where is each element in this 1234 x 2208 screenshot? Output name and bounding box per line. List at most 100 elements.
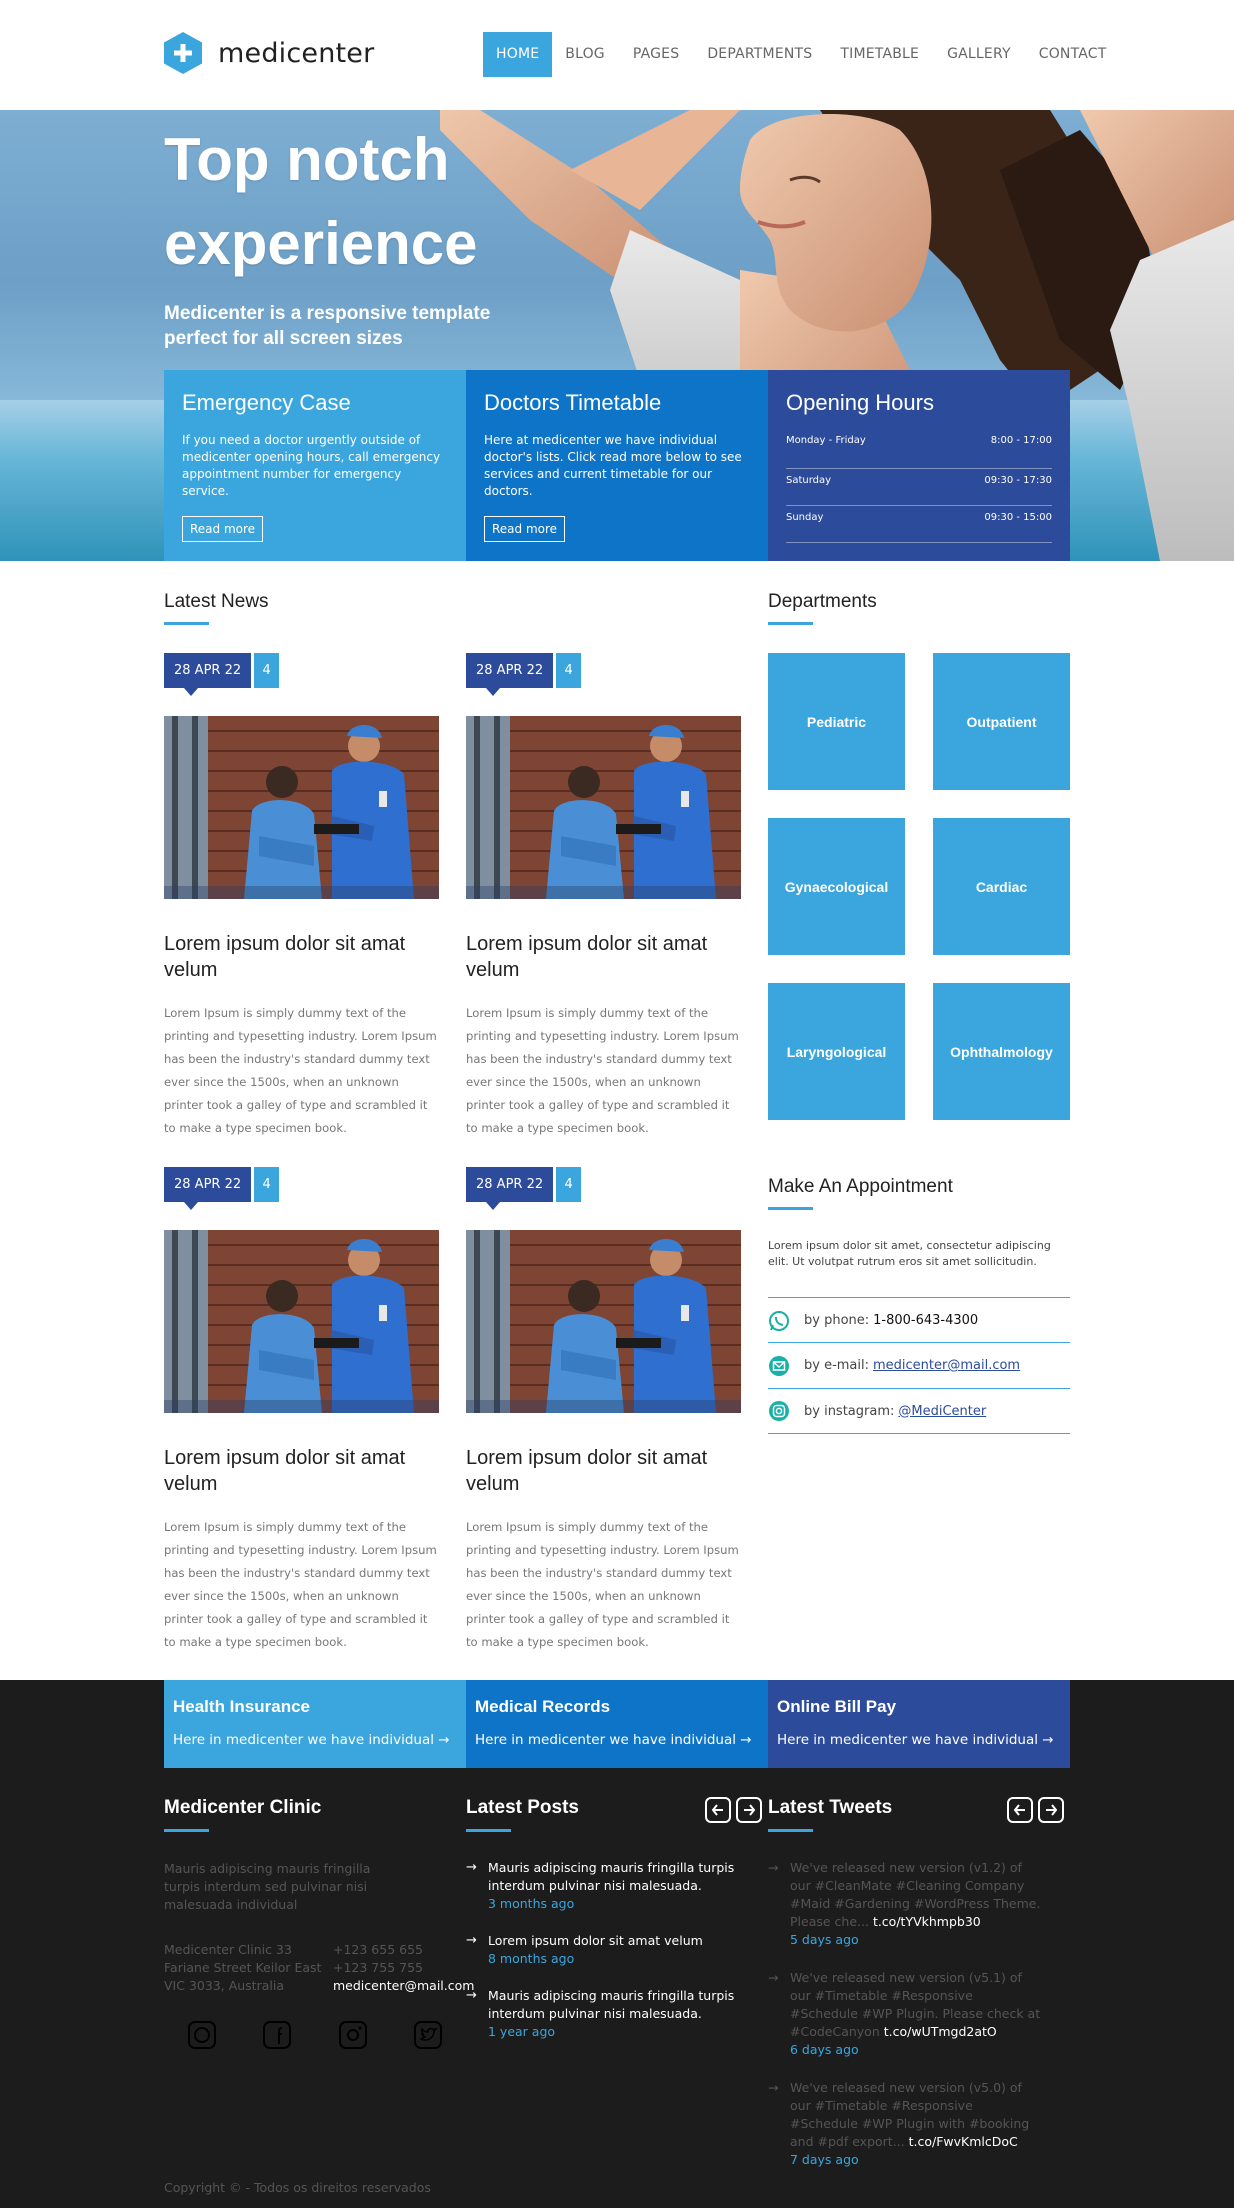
tweet-link[interactable]: t.co/wUTmgd2atO <box>884 2024 997 2039</box>
section-underline <box>466 1829 511 1832</box>
main-nav: HOME BLOG PAGES DEPARTMENTS TIMETABLE GA… <box>483 32 1122 77</box>
nav-departments[interactable]: DEPARTMENTS <box>694 32 825 77</box>
read-more-button[interactable]: Read more <box>182 516 264 542</box>
department-tile[interactable]: Ophthalmology <box>933 983 1070 1120</box>
twitter-icon[interactable] <box>413 2020 443 2050</box>
nav-contact[interactable]: CONTACT <box>1026 32 1120 77</box>
hours-time: 8:00 - 17:00 <box>990 435 1052 446</box>
email-link[interactable]: medicenter@mail.com <box>873 1358 1020 1373</box>
clinic-phone[interactable]: +123 755 755 <box>333 1959 473 1977</box>
post-title[interactable]: Mauris adipiscing mauris fringilla turpi… <box>488 1859 742 1895</box>
whatsapp-icon <box>769 1310 789 1331</box>
comment-count[interactable]: 4 <box>556 1167 582 1202</box>
nav-blog[interactable]: BLOG <box>552 32 618 77</box>
box-text: Here at medicenter we have individual do… <box>484 433 742 498</box>
arrow-right-icon: → <box>466 1860 477 1875</box>
hours-day: Saturday <box>786 475 832 486</box>
department-tile[interactable]: Cardiac <box>933 818 1070 955</box>
latest-posts-title: Latest Posts <box>466 1797 579 1818</box>
instagram-icon[interactable] <box>338 2020 368 2050</box>
hero-title: Top notch experience <box>164 126 478 277</box>
health-insurance-box[interactable]: Health Insurance Here in medicenter we h… <box>164 1680 466 1768</box>
nav-gallery[interactable]: GALLERY <box>934 32 1024 77</box>
logo-text: medicenter <box>218 37 375 69</box>
post-time: 3 months ago <box>488 1896 575 1911</box>
doctors-timetable-box: Doctors Timetable Here at medicenter we … <box>466 370 768 561</box>
medical-records-box[interactable]: Medical Records Here in medicenter we ha… <box>466 1680 768 1768</box>
tweet-time: 6 days ago <box>790 2042 859 2057</box>
hero-subtitle: Medicenter is a responsive template perf… <box>164 303 491 349</box>
news-image[interactable] <box>466 716 741 899</box>
clinic-address: Medicenter Clinic 33 Fariane Street Keil… <box>164 1941 334 1995</box>
nav-timetable[interactable]: TIMETABLE <box>827 32 932 77</box>
clinic-phone[interactable]: +123 655 655 <box>333 1941 473 1959</box>
read-more-button[interactable]: Read more <box>484 516 566 542</box>
tweet-link[interactable]: t.co/tYVkhmpb30 <box>873 1914 981 1929</box>
news-title[interactable]: Lorem ipsum dolor sit amat velum <box>164 1445 439 1497</box>
tweet-time: 5 days ago <box>790 1932 859 1947</box>
news-date: 28 APR 22 <box>466 653 554 696</box>
tweets-prev-button[interactable] <box>1007 1797 1033 1823</box>
clinic-email[interactable]: medicenter@mail.com <box>333 1977 474 1995</box>
post-title[interactable]: Mauris adipiscing mauris fringilla turpi… <box>488 1987 742 2023</box>
post-time: 8 months ago <box>488 1951 575 1966</box>
news-title[interactable]: Lorem ipsum dolor sit amat velum <box>466 931 741 983</box>
section-underline <box>768 1829 813 1832</box>
news-date: 28 APR 22 <box>164 1167 252 1210</box>
fbox-title: Online Bill Pay <box>777 1697 897 1716</box>
department-tile[interactable]: Gynaecological <box>768 818 905 955</box>
news-image[interactable] <box>164 1230 439 1413</box>
comment-count[interactable]: 4 <box>254 653 280 688</box>
department-tile[interactable]: Pediatric <box>768 653 905 790</box>
post-item[interactable]: → Mauris adipiscing mauris fringilla tur… <box>466 1987 742 2041</box>
comment-count[interactable]: 4 <box>556 653 582 688</box>
appointment-title: Make An Appointment <box>768 1176 953 1197</box>
facebook-icon[interactable] <box>262 2020 292 2050</box>
box-title: Emergency Case <box>182 390 351 415</box>
nav-pages[interactable]: PAGES <box>620 32 692 77</box>
news-title[interactable]: Lorem ipsum dolor sit amat velum <box>164 931 439 983</box>
hours-day: Monday - Friday <box>786 435 866 446</box>
arrow-right-icon: → <box>768 1860 779 1875</box>
posts-prev-button[interactable] <box>705 1797 731 1823</box>
news-image[interactable] <box>164 716 439 899</box>
post-title[interactable]: Lorem ipsum dolor sit amat velum <box>488 1932 742 1950</box>
mail-icon <box>769 1355 789 1376</box>
site-header: medicenter HOME BLOG PAGES DEPARTMENTS T… <box>0 0 1234 110</box>
box-title: Opening Hours <box>786 390 934 415</box>
latest-news-title: Latest News <box>164 591 269 612</box>
site-logo[interactable]: medicenter <box>164 32 374 74</box>
arrow-right-icon: → <box>466 1933 477 1948</box>
news-date: 28 APR 22 <box>466 1167 554 1210</box>
hours-list: Monday - Friday 8:00 - 17:00 Saturday 09:3… <box>786 432 1052 543</box>
online-bill-pay-box[interactable]: Online Bill Pay Here in medicenter we ha… <box>768 1680 1070 1768</box>
emergency-case-box: Emergency Case If you need a doctor urge… <box>164 370 466 561</box>
instagram-link[interactable]: @MediCenter <box>898 1404 986 1419</box>
instagram-icon <box>769 1401 789 1421</box>
hours-time: 09:30 - 17:30 <box>984 475 1052 486</box>
hours-row: Monday - Friday 8:00 - 17:00 <box>786 432 1052 469</box>
department-tile[interactable]: Outpatient <box>933 653 1070 790</box>
email-label: by e-mail: <box>804 1358 869 1373</box>
clinic-title: Medicenter Clinic <box>164 1797 322 1818</box>
whatsapp-icon[interactable] <box>187 2020 217 2050</box>
post-item[interactable]: → Lorem ipsum dolor sit amat velum 8 mon… <box>466 1932 742 1968</box>
date-badge: 28 APR 22 4 <box>164 1167 280 1210</box>
posts-next-button[interactable] <box>736 1797 762 1823</box>
news-image[interactable] <box>466 1230 741 1413</box>
comment-count[interactable]: 4 <box>254 1167 280 1202</box>
department-tile[interactable]: Laryngological <box>768 983 905 1120</box>
fbox-title: Medical Records <box>475 1697 611 1716</box>
phone-number[interactable]: 1-800-643-4300 <box>873 1313 978 1328</box>
medical-cross-icon <box>164 32 202 74</box>
tweet-time: 7 days ago <box>790 2152 859 2167</box>
news-title[interactable]: Lorem ipsum dolor sit amat velum <box>466 1445 741 1497</box>
tweet-item: → We've released new version (v5.1) of o… <box>768 1969 1042 2059</box>
date-badge: 28 APR 22 4 <box>466 1167 582 1210</box>
post-item[interactable]: → Mauris adipiscing mauris fringilla tur… <box>466 1859 742 1913</box>
tweet-item: → We've released new version (v5.0) of o… <box>768 2079 1042 2169</box>
tweets-next-button[interactable] <box>1038 1797 1064 1823</box>
hours-row: Sunday 09:30 - 15:00 <box>786 506 1052 543</box>
nav-home[interactable]: HOME <box>483 32 553 77</box>
tweet-link[interactable]: t.co/FwvKmlcDoC <box>909 2134 1018 2149</box>
